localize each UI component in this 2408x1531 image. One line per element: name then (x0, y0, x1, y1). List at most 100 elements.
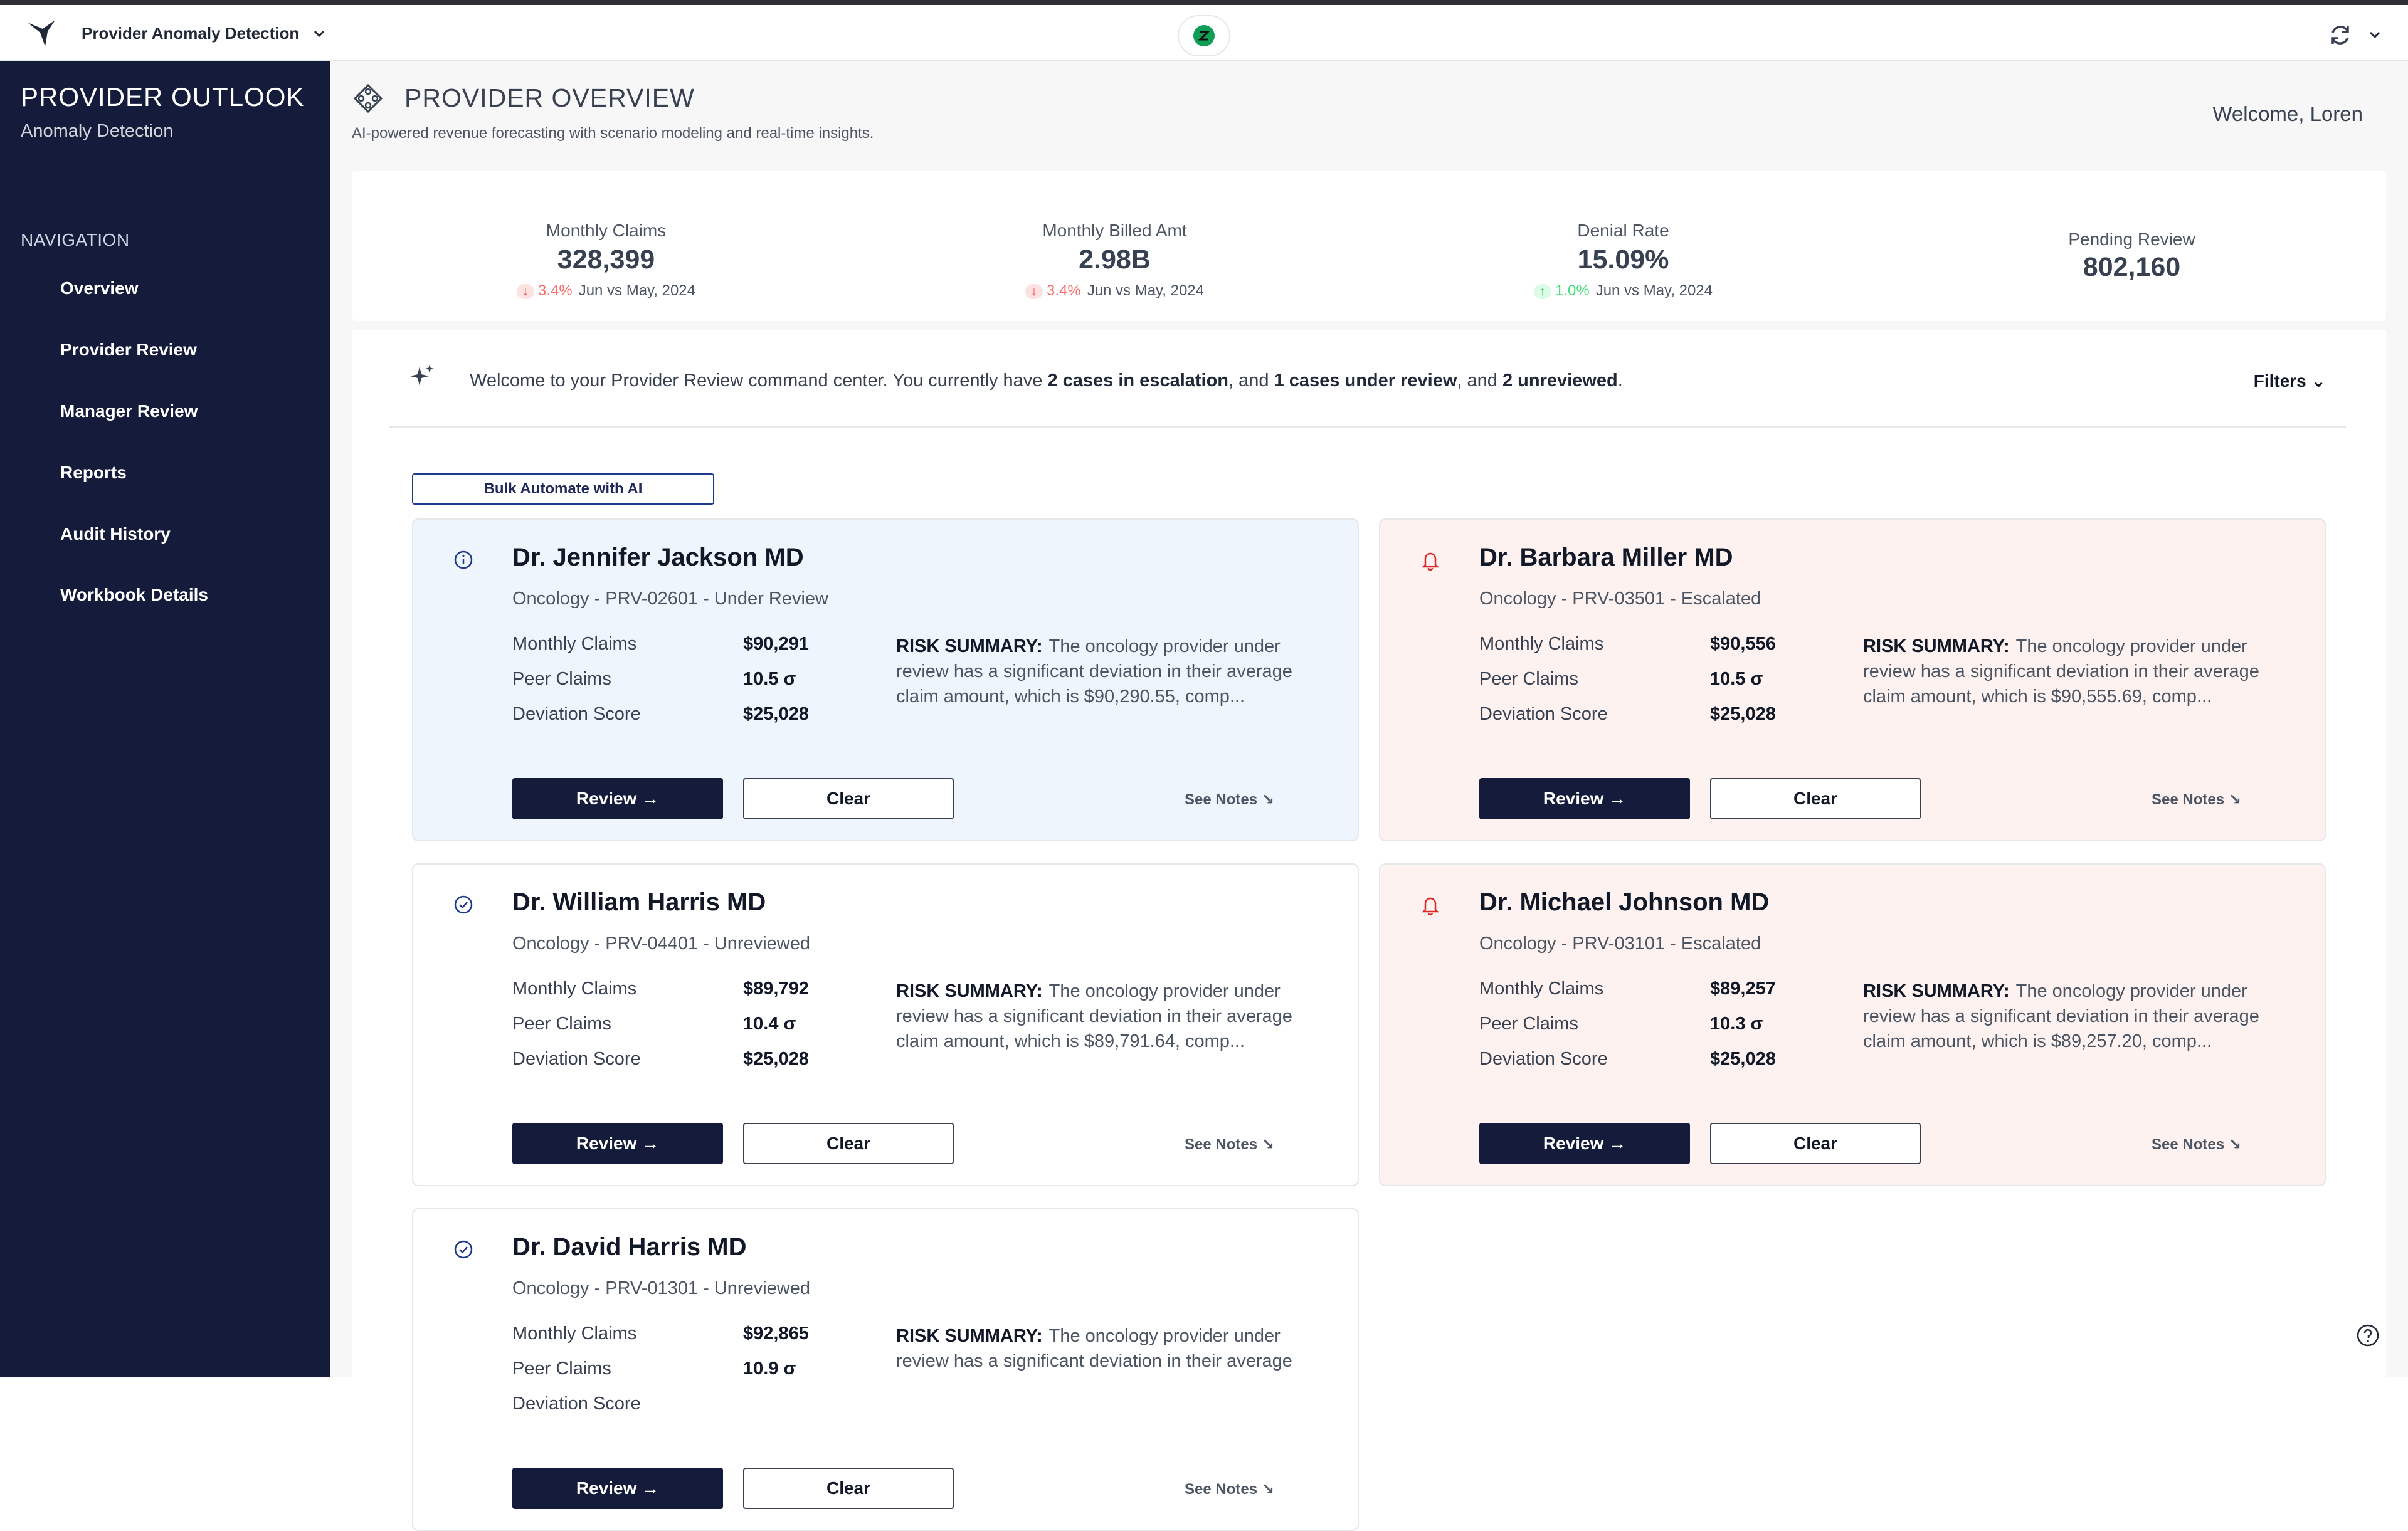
sidebar: PROVIDER OUTLOOK Anomaly Detection NAVIG… (0, 61, 330, 1377)
check-circle-icon (454, 895, 473, 914)
see-notes-link[interactable]: See Notes ↘ (1185, 1480, 1274, 1498)
review-count: 1 cases under review (1274, 371, 1457, 391)
risk-summary-label: RISK SUMMARY: (1863, 981, 2010, 1001)
provider-meta: Oncology - PRV-04401 - Unreviewed (512, 934, 810, 954)
review-button[interactable]: Review → (1479, 1123, 1690, 1164)
clear-button[interactable]: Clear (1710, 778, 1921, 819)
kpi-value: 328,399 (557, 245, 655, 275)
chevron-down-icon[interactable] (2368, 28, 2382, 41)
review-content: Welcome to your Provider Review command … (352, 330, 2386, 1531)
see-notes-link[interactable]: See Notes ↘ (1185, 791, 1274, 809)
provider-card: Dr. Barbara Miller MD Oncology - PRV-0350… (1379, 518, 2326, 841)
assistant-icon (1193, 25, 1215, 46)
deviation-label: Deviation Score (1479, 704, 1608, 724)
bell-icon (1421, 897, 1440, 916)
provider-card: Dr. William Harris MD Oncology - PRV-0440… (412, 863, 1359, 1186)
deviation-value: $25,028 (743, 704, 809, 724)
deviation-value: $25,028 (1710, 1049, 1776, 1069)
filters-dropdown[interactable]: Filters ⌄ (2254, 371, 2326, 391)
sidebar-item-provider-review[interactable]: Provider Review (60, 340, 197, 360)
check-circle-icon (454, 1240, 473, 1259)
sidebar-item-workbook-details[interactable]: Workbook Details (60, 585, 208, 605)
kpi-denial-rate: Denial Rate 15.09% ↑ 1.0% Jun vs May, 2024 (1369, 171, 1877, 321)
welcome-text: , and (1228, 371, 1274, 391)
sidebar-item-audit-history[interactable]: Audit History (60, 524, 171, 544)
provider-meta: Oncology - PRV-03501 - Escalated (1479, 589, 1761, 609)
monthly-claims-label: Monthly Claims (512, 634, 637, 654)
page-title: PROVIDER OVERVIEW (404, 83, 695, 112)
provider-meta: Oncology - PRV-02601 - Under Review (512, 589, 828, 609)
see-notes-link[interactable]: See Notes ↘ (2152, 1135, 2241, 1154)
brand-subtitle: Anomaly Detection (21, 121, 174, 141)
top-bar: Provider Anomaly Detection (0, 0, 2408, 61)
review-button[interactable]: Review → (512, 1468, 723, 1509)
assistant-button[interactable] (1178, 15, 1230, 56)
see-notes-link[interactable]: See Notes ↘ (2152, 791, 2241, 809)
clear-button[interactable]: Clear (743, 1468, 954, 1509)
arrow-up-icon: ↑ (1533, 283, 1551, 299)
sidebar-item-reports[interactable]: Reports (60, 463, 127, 483)
sparkle-icon (410, 364, 434, 386)
sidebar-item-overview[interactable]: Overview (60, 278, 139, 298)
welcome-text: , and (1457, 371, 1502, 391)
bird-logo-icon[interactable] (26, 19, 58, 48)
bell-icon (1421, 552, 1440, 571)
kpi-pending-review: Pending Review 802,160 (1877, 171, 2386, 321)
kpi-value: 15.09% (1577, 245, 1669, 275)
review-button[interactable]: Review → (1479, 778, 1690, 819)
welcome-text: Welcome to your Provider Review command … (470, 371, 1048, 391)
risk-summary: RISK SUMMARY: The oncology provider under… (896, 634, 1335, 709)
kpi-delta-pct: 3.4% (537, 282, 573, 299)
bulk-automate-button[interactable]: Bulk Automate with AI (412, 473, 714, 505)
page-subtitle: AI-powered revenue forecasting with scen… (352, 125, 874, 142)
clear-button[interactable]: Clear (743, 778, 954, 819)
deviation-label: Deviation Score (512, 1394, 641, 1414)
refresh-icon[interactable] (2328, 23, 2353, 48)
kpi-delta-period: Jun vs May, 2024 (578, 282, 696, 299)
provider-name: Dr. Michael Johnson MD (1479, 888, 1770, 916)
provider-name: Dr. Jennifer Jackson MD (512, 544, 804, 571)
risk-summary: RISK SUMMARY: The oncology provider under… (896, 1323, 1335, 1374)
deviation-label: Deviation Score (512, 1049, 641, 1069)
help-icon[interactable] (2355, 1323, 2380, 1348)
review-button[interactable]: Review → (512, 1123, 723, 1164)
peer-claims-value: 10.3 σ (1710, 1014, 1763, 1034)
provider-card: Dr. Michael Johnson MD Oncology - PRV-031… (1379, 863, 2326, 1186)
peer-claims-label: Peer Claims (1479, 669, 1578, 689)
peer-claims-label: Peer Claims (512, 1359, 611, 1379)
kpi-delta: ↑ 1.0% Jun vs May, 2024 (1369, 282, 1877, 300)
deviation-value: $25,028 (1710, 704, 1776, 724)
monthly-claims-label: Monthly Claims (512, 979, 637, 999)
chevron-down-icon[interactable] (312, 26, 326, 40)
unreviewed-count: 2 unreviewed (1502, 371, 1618, 391)
peer-claims-label: Peer Claims (512, 1014, 611, 1034)
overview-icon (353, 83, 383, 113)
provider-name: Dr. David Harris MD (512, 1233, 747, 1261)
clear-button[interactable]: Clear (743, 1123, 954, 1164)
provider-name: Dr. William Harris MD (512, 888, 766, 916)
risk-summary-label: RISK SUMMARY: (896, 636, 1043, 656)
provider-card: Dr. Jennifer Jackson MD Oncology - PRV-02… (412, 518, 1359, 841)
risk-summary: RISK SUMMARY: The oncology provider under… (1863, 634, 2302, 709)
info-icon (454, 550, 473, 569)
peer-claims-value: 10.5 σ (743, 669, 796, 689)
review-button[interactable]: Review → (512, 778, 723, 819)
welcome-message: Welcome to your Provider Review command … (470, 371, 1623, 391)
brand-title: PROVIDER OUTLOOK (21, 82, 305, 112)
app-switcher-title[interactable]: Provider Anomaly Detection (82, 24, 299, 43)
monthly-claims-label: Monthly Claims (512, 1323, 637, 1344)
see-notes-link[interactable]: See Notes ↘ (1185, 1135, 1274, 1154)
sidebar-item-manager-review[interactable]: Manager Review (60, 401, 198, 421)
monthly-claims-value: $89,792 (743, 979, 809, 999)
escalation-count: 2 cases in escalation (1047, 371, 1229, 391)
welcome-user: Welcome, Loren (2212, 102, 2363, 125)
nav-heading: NAVIGATION (21, 230, 130, 250)
kpi-delta-pct: 3.4% (1046, 282, 1081, 299)
kpi-value: 2.98B (1079, 245, 1151, 275)
monthly-claims-value: $92,865 (743, 1323, 809, 1344)
clear-button[interactable]: Clear (1710, 1123, 1921, 1164)
kpi-delta: ↓ 3.4% Jun vs May, 2024 (860, 282, 1369, 300)
deviation-label: Deviation Score (512, 704, 641, 724)
monthly-claims-label: Monthly Claims (1479, 634, 1604, 654)
kpi-band: Monthly Claims 328,399 ↓ 3.4% Jun vs May, … (352, 171, 2386, 321)
